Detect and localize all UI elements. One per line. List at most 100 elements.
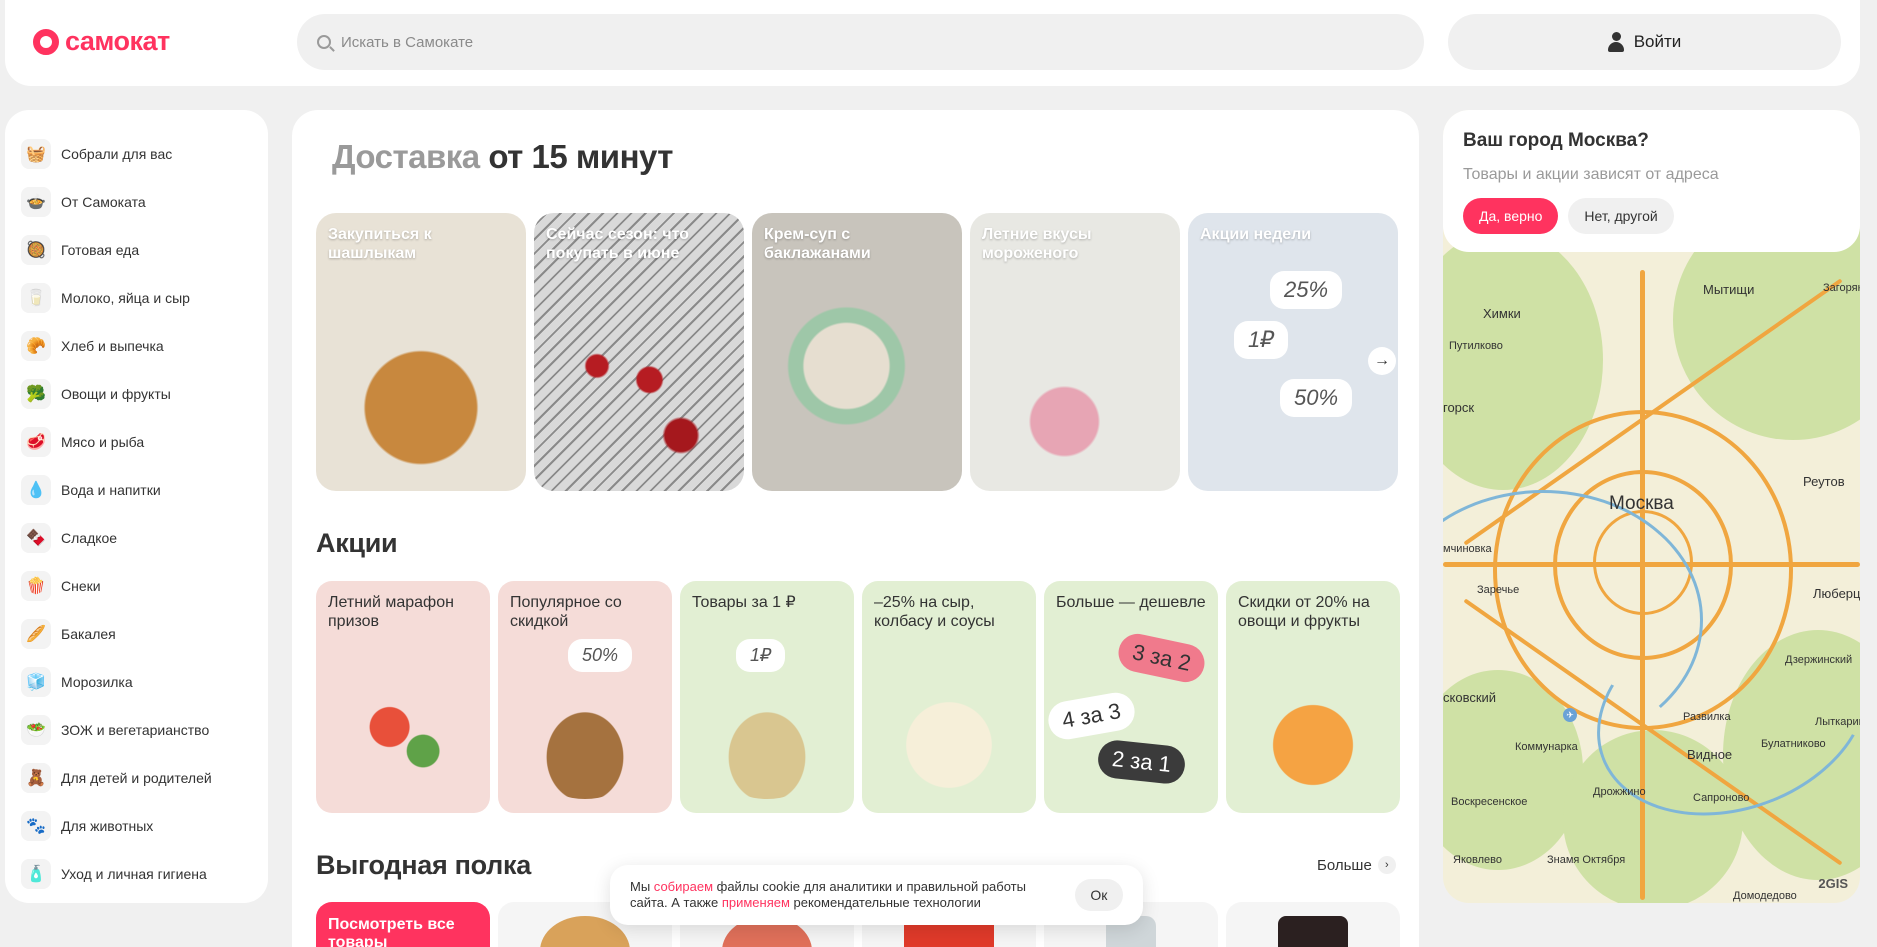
offer-pill: 2 за 1 — [1096, 738, 1187, 786]
sidebar-item-label: Готовая еда — [61, 242, 140, 258]
confirm-city-button[interactable]: Да, верно — [1463, 198, 1559, 234]
promo-title: –25% на сыр, колбасу и соусы — [874, 594, 995, 630]
map-label: сковский — [1443, 690, 1497, 705]
story-card[interactable]: Акции недели 25% 1₽ 50% → — [1188, 213, 1398, 491]
promo-title: Товары за 1 ₽ — [692, 594, 796, 611]
map-label: Дрожжино — [1593, 786, 1646, 798]
promo-title: Летний марафон призов — [328, 594, 454, 630]
story-title: Летние вкусы мороженого — [982, 226, 1092, 262]
sidebar-item-label: Бакалея — [61, 626, 116, 642]
sidebar-item-label: Для детей и родителей — [61, 770, 212, 786]
city-question: Ваш город Москва? — [1463, 130, 1649, 151]
offer-pill: 4 за 3 — [1045, 689, 1138, 743]
sidebar-item-label: Морозилка — [61, 674, 133, 690]
logo[interactable]: самокат — [33, 26, 170, 57]
promo-title: Скидки от 20% на овощи и фрукты — [1238, 594, 1370, 630]
sidebar-item-meat[interactable]: 🥩 Мясо и рыба — [5, 418, 268, 466]
story-card[interactable]: Закупиться к шашлыкам — [316, 213, 526, 491]
map-label-moscow: Москва — [1609, 493, 1674, 514]
story-card[interactable]: Сейчас сезон: что покупать в июне — [534, 213, 744, 491]
more-label: Больше — [1317, 856, 1372, 874]
cookie-apply-link[interactable]: применяем — [722, 895, 790, 910]
cookie-ok-button[interactable]: Ок — [1074, 879, 1123, 911]
logo-mark-icon — [33, 28, 59, 55]
sidebar-item-healthy[interactable]: 🥗 ЗОЖ и вегетарианство — [5, 706, 268, 754]
map-label: Яковлево — [1453, 854, 1502, 866]
sidebar-item-freezer[interactable]: 🧊 Морозилка — [5, 658, 268, 706]
map-label: мчиновка — [1443, 543, 1492, 555]
city-buttons: Да, верно Нет, другой — [1463, 198, 1840, 234]
sidebar-item-vegetables[interactable]: 🥦 Овощи и фрукты — [5, 370, 268, 418]
offer-pill: 3 за 2 — [1115, 630, 1209, 686]
view-all-card[interactable]: Посмотреть все товары — [316, 902, 490, 947]
sidebar-item-from-samokat[interactable]: 🍲 От Самоката — [5, 178, 268, 226]
promo-card[interactable]: –25% на сыр, колбасу и соусы — [862, 581, 1036, 813]
promo-card[interactable]: Товары за 1 ₽ 1₽ — [680, 581, 854, 813]
story-title: Акции недели — [1200, 226, 1312, 243]
sidebar-item-label: ЗОЖ и вегетарианство — [61, 722, 210, 738]
sidebar-item-water[interactable]: 💧 Вода и напитки — [5, 466, 268, 514]
header: самокат Войти — [5, 0, 1860, 86]
sidebar-item-snacks[interactable]: 🍿 Снеки — [5, 562, 268, 610]
promo-image — [700, 679, 834, 799]
sidebar-item-pets[interactable]: 🐾 Для животных — [5, 802, 268, 850]
promo-image — [336, 679, 470, 799]
sidebar-item-label: Снеки — [61, 578, 101, 594]
chevron-right-icon: › — [1377, 856, 1396, 874]
search-bar[interactable] — [297, 14, 1424, 70]
sidebar-item-sweets[interactable]: 🍫 Сладкое — [5, 514, 268, 562]
freezer-icon: 🧊 — [21, 667, 51, 697]
sidebar-item-milk[interactable]: 🥛 Молоко, яйца и сыр — [5, 274, 268, 322]
cookie-collect-link[interactable]: собираем — [654, 879, 713, 894]
logo-text: самокат — [65, 26, 170, 56]
map-label: Коммунарка — [1515, 741, 1578, 753]
discount-tag: 50% — [1280, 379, 1353, 417]
promos-title: Акции — [316, 528, 398, 558]
promo-title: Больше — дешевле — [1056, 594, 1206, 611]
search-icon — [317, 35, 331, 49]
search-input[interactable] — [341, 33, 1341, 51]
map-label: Знамя Октября — [1547, 854, 1626, 866]
sidebar-item-label: Мясо и рыба — [61, 434, 145, 450]
story-card[interactable]: Крем-суп с баклажанами — [752, 213, 962, 491]
story-card[interactable]: Летние вкусы мороженого — [970, 213, 1180, 491]
sidebar-item-bread[interactable]: 🥐 Хлеб и выпечка — [5, 322, 268, 370]
milk-icon: 🥛 — [21, 283, 51, 313]
login-button[interactable]: Войти — [1448, 14, 1841, 70]
map-label: Дзержинский — [1785, 654, 1853, 666]
grocery-icon: 🥖 — [21, 619, 51, 649]
product-card[interactable] — [1226, 902, 1400, 947]
discount-tag: 25% — [1270, 271, 1343, 309]
user-icon — [1607, 32, 1624, 52]
sidebar-item-label: От Самоката — [61, 194, 146, 210]
sidebar-item-ready-food[interactable]: 🥘 Готовая еда — [5, 226, 268, 274]
promo-card[interactable]: Больше — дешевле 3 за 2 4 за 3 2 за 1 — [1044, 581, 1218, 813]
sidebar-item-kids[interactable]: 🧸 Для детей и родителей — [5, 754, 268, 802]
sidebar-item-collected[interactable]: 🧺 Собрали для вас — [5, 130, 268, 178]
sidebar-item-label: Молоко, яйца и сыр — [61, 290, 190, 306]
discount-tag: 1₽ — [1234, 321, 1289, 359]
promo-card[interactable]: Популярное со скидкой 50% — [498, 581, 672, 813]
sidebar-item-label: Собрали для вас — [61, 146, 173, 162]
sidebar-item-hygiene[interactable]: 🧴 Уход и личная гигиена — [5, 850, 268, 898]
kids-icon: 🧸 — [21, 763, 51, 793]
promo-card[interactable]: Летний марафон призов — [316, 581, 490, 813]
map-label: Путилково — [1449, 340, 1503, 352]
product-image — [1278, 916, 1348, 947]
arrow-right-icon[interactable]: → — [1368, 347, 1396, 375]
map-label: Люберцы — [1813, 586, 1860, 601]
cookie-banner: Мы собираем файлы cookie для аналитики и… — [610, 865, 1143, 925]
login-label: Войти — [1633, 32, 1682, 51]
sidebar-item-grocery[interactable]: 🥖 Бакалея — [5, 610, 268, 658]
map-label: Булатниково — [1761, 738, 1826, 750]
basket-icon: 🧺 — [21, 139, 51, 169]
map-label: Домодедово — [1733, 890, 1797, 902]
promo-card[interactable]: Скидки от 20% на овощи и фрукты — [1226, 581, 1400, 813]
shelf-more-link[interactable]: Больше › — [1317, 856, 1396, 874]
map-label: Воскресенское — [1451, 796, 1528, 808]
map-brand-logo: 2GIS — [1818, 876, 1848, 891]
sidebar-item-label: Овощи и фрукты — [61, 386, 171, 402]
change-city-button[interactable]: Нет, другой — [1568, 198, 1674, 234]
airport-icon: ✈ — [1563, 708, 1577, 722]
story-title: Сейчас сезон: что покупать в июне — [546, 226, 690, 262]
